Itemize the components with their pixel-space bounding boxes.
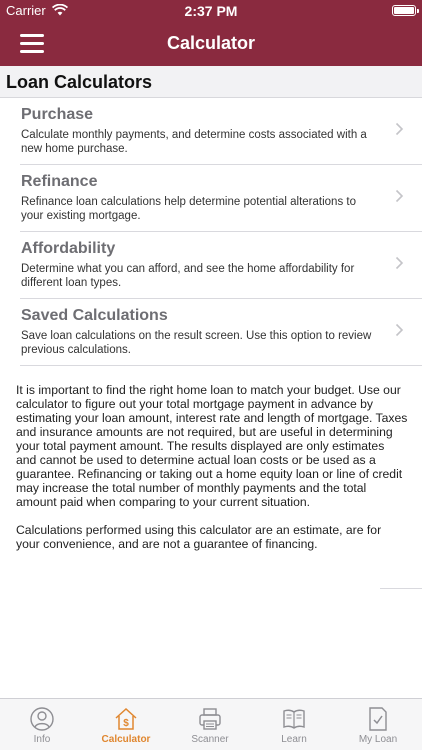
tab-info[interactable]: Info bbox=[0, 699, 84, 750]
section-header: Loan Calculators bbox=[0, 66, 422, 98]
navigation-bar: Calculator bbox=[0, 22, 422, 66]
calculator-item-refinance[interactable]: Refinance Refinance loan calculations he… bbox=[20, 165, 422, 232]
printer-scanner-icon bbox=[199, 708, 221, 730]
chevron-right-icon bbox=[395, 189, 404, 203]
calculator-item-title: Saved Calculations bbox=[21, 307, 168, 324]
person-icon bbox=[30, 707, 54, 731]
page-title: Calculator bbox=[166, 33, 256, 53]
tab-scanner[interactable]: Scanner bbox=[168, 699, 252, 750]
chevron-right-icon bbox=[395, 323, 404, 337]
tab-label: Learn bbox=[281, 734, 307, 745]
divider bbox=[380, 588, 422, 589]
chevron-right-icon bbox=[395, 122, 404, 136]
calculator-item-description: Refinance loan calculations help determi… bbox=[21, 196, 356, 222]
tab-label: Info bbox=[33, 734, 51, 745]
battery-icon bbox=[392, 5, 419, 16]
disclaimer-paragraph: Calculations performed using this calcul… bbox=[16, 523, 382, 551]
open-book-icon bbox=[283, 709, 305, 729]
house-dollar-icon: $ bbox=[115, 707, 137, 730]
tab-calculator[interactable]: $ Calculator bbox=[84, 699, 168, 750]
document-check-icon bbox=[369, 707, 387, 731]
svg-text:$: $ bbox=[123, 718, 129, 729]
calculator-item-saved-calculations[interactable]: Saved Calculations Save loan calculation… bbox=[20, 299, 422, 366]
calculator-item-description: Save loan calculations on the result scr… bbox=[21, 330, 372, 356]
calculator-disclaimer: It is important to find the right home l… bbox=[16, 383, 408, 565]
status-time: 2:37 PM bbox=[184, 3, 238, 19]
disclaimer-paragraph: It is important to find the right home l… bbox=[16, 383, 408, 509]
calculator-item-title: Refinance bbox=[21, 173, 98, 190]
calculator-list: Purchase Calculate monthly payments, and… bbox=[0, 98, 422, 366]
calculator-item-affordability[interactable]: Affordability Determine what you can aff… bbox=[20, 232, 422, 299]
calculator-item-description: Determine what you can afford, and see t… bbox=[21, 263, 355, 289]
tab-label: My Loan bbox=[358, 734, 398, 745]
chevron-right-icon bbox=[395, 256, 404, 270]
tab-label: Scanner bbox=[191, 734, 229, 745]
tab-label: Calculator bbox=[101, 734, 151, 745]
calculator-item-title: Purchase bbox=[21, 106, 94, 123]
status-bar: Carrier 2:37 PM bbox=[0, 0, 422, 22]
tab-my-loan[interactable]: My Loan bbox=[336, 699, 420, 750]
tab-learn[interactable]: Learn bbox=[252, 699, 336, 750]
calculator-item-title: Affordability bbox=[21, 240, 116, 257]
section-header-label: Loan Calculators bbox=[6, 72, 153, 92]
calculator-item-purchase[interactable]: Purchase Calculate monthly payments, and… bbox=[20, 98, 422, 165]
tab-bar: Info $ Calculator Scanner Learn My Loan bbox=[0, 698, 422, 750]
calculator-item-description: Calculate monthly payments, and determin… bbox=[21, 129, 367, 155]
